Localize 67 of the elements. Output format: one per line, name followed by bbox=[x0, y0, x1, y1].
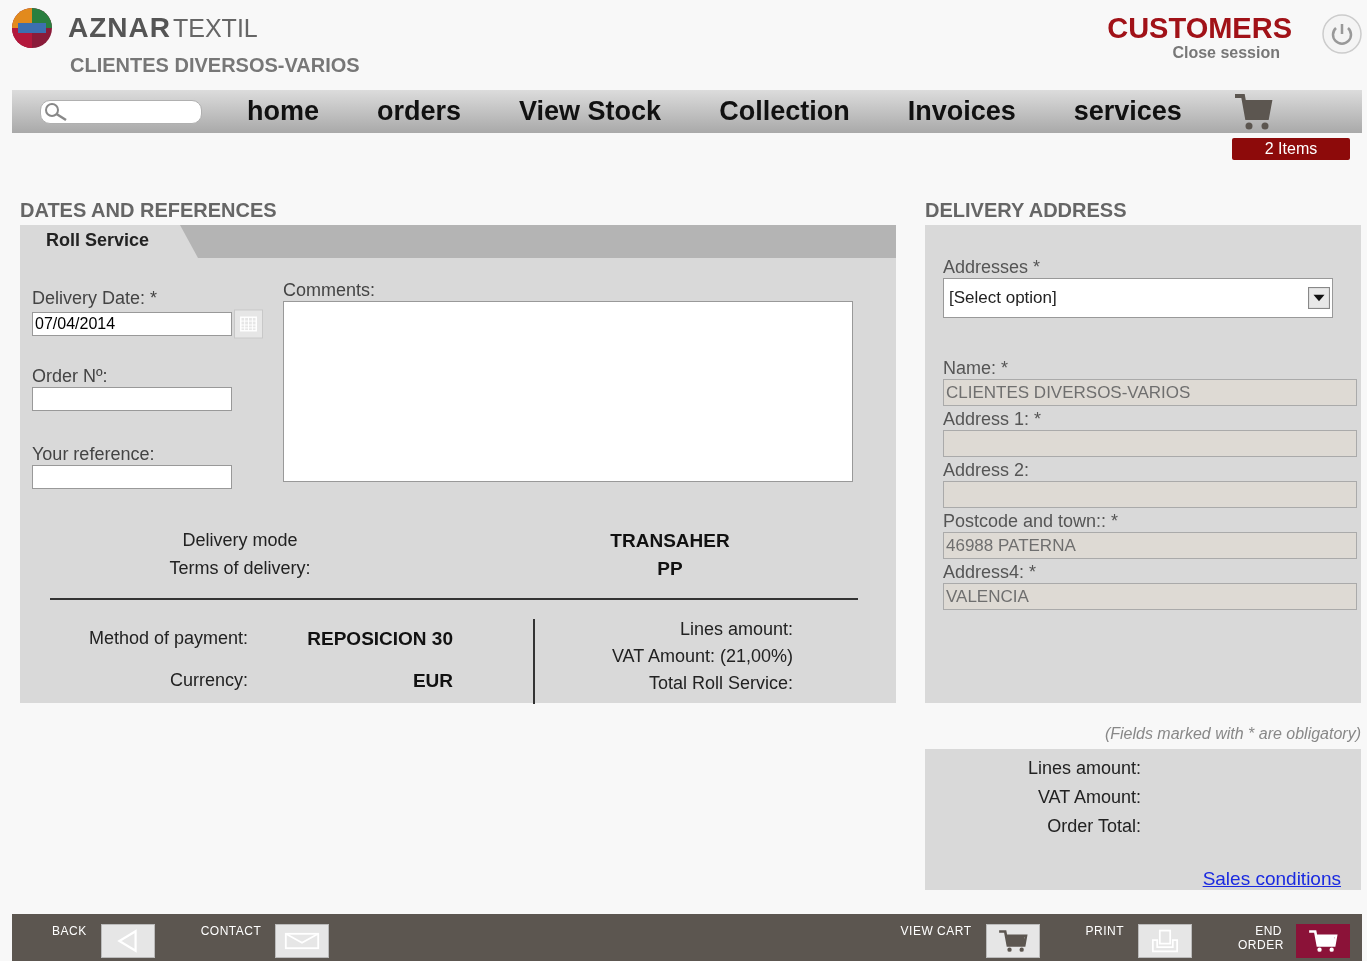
section-heading: DATES AND REFERENCES bbox=[20, 199, 278, 222]
calendar-icon[interactable] bbox=[234, 309, 263, 339]
customer-name: CLIENTES DIVERSOS-VARIOS bbox=[70, 54, 360, 77]
brand-suffix: TEXTIL bbox=[173, 13, 258, 43]
footer-label: CONTACT bbox=[200, 924, 262, 940]
power-icon[interactable] bbox=[1322, 14, 1362, 54]
footer-label: PRINT bbox=[1085, 924, 1124, 940]
footer-label: VIEW CART bbox=[900, 924, 972, 940]
field-label: Comments: bbox=[283, 280, 377, 301]
total-label: Lines amount: bbox=[679, 619, 793, 640]
caret-icon bbox=[1308, 287, 1330, 309]
text-field[interactable] bbox=[32, 387, 232, 411]
total-label: Order Total: bbox=[1046, 815, 1141, 838]
field-label: Postcode and town:: * bbox=[943, 511, 1120, 532]
close-session-link[interactable]: Close session bbox=[1172, 44, 1280, 62]
section-heading: DELIVERY ADDRESS bbox=[925, 199, 1128, 222]
sales-conditions-link[interactable]: Sales conditions bbox=[1202, 868, 1341, 890]
field-label: Order Nº: bbox=[32, 366, 109, 387]
comments-field[interactable] bbox=[283, 301, 853, 482]
nav-link[interactable]: Invoices bbox=[907, 96, 1016, 127]
field-label: Address4: * bbox=[943, 562, 1038, 583]
field-value: TRANSAHER bbox=[609, 530, 731, 552]
field-label: Your reference: bbox=[32, 444, 156, 465]
text-field[interactable] bbox=[32, 465, 232, 489]
text-field[interactable]: 07/04/2014 bbox=[32, 312, 232, 336]
print-button[interactable] bbox=[1138, 924, 1192, 958]
nav-link[interactable]: home bbox=[247, 96, 319, 127]
search-icon bbox=[43, 101, 69, 122]
nav-link[interactable]: orders bbox=[377, 96, 462, 127]
footer-label: BACK bbox=[52, 924, 87, 940]
text-field[interactable] bbox=[943, 430, 1357, 457]
section-title: CUSTOMERS bbox=[1107, 12, 1292, 44]
text-field[interactable]: CLIENTES DIVERSOS-VARIOS bbox=[943, 379, 1357, 406]
total-label: Total Roll Service: bbox=[648, 673, 793, 694]
back-button[interactable] bbox=[100, 924, 155, 958]
text-field[interactable]: VALENCIA bbox=[943, 583, 1357, 610]
cart-count-badge[interactable]: 2 Items bbox=[1232, 138, 1350, 160]
field-value: PP bbox=[656, 558, 684, 580]
logo-icon bbox=[12, 8, 52, 48]
text-field[interactable] bbox=[943, 481, 1357, 508]
roll-service-tab[interactable]: Roll Service bbox=[20, 225, 198, 258]
footer-label: END ORDER bbox=[1238, 924, 1282, 954]
field-label: Delivery mode bbox=[181, 530, 299, 552]
address-dropdown[interactable]: [Select option] bbox=[943, 278, 1333, 318]
contact-button[interactable] bbox=[275, 924, 330, 958]
field-value: REPOSICION 30 bbox=[306, 628, 453, 650]
end-order-button[interactable] bbox=[1296, 924, 1350, 958]
field-label: Terms of delivery: bbox=[168, 558, 312, 580]
total-label: Lines amount: bbox=[1026, 757, 1141, 780]
field-label: Method of payment: bbox=[87, 628, 248, 650]
field-label: Delivery Date: * bbox=[32, 288, 159, 309]
field-value: EUR bbox=[411, 670, 453, 692]
field-label: Name: * bbox=[943, 358, 1010, 379]
nav-link[interactable]: View Stock bbox=[519, 96, 662, 127]
text-field[interactable]: 46988 PATERNA bbox=[943, 532, 1357, 559]
total-label: VAT Amount: bbox=[1036, 786, 1141, 809]
field-label: Address 2: bbox=[943, 460, 1031, 481]
nav-link[interactable]: services bbox=[1073, 96, 1182, 127]
search-field[interactable] bbox=[40, 99, 202, 124]
field-label: Addresses * bbox=[943, 257, 1042, 278]
brand-name: AZNAR bbox=[68, 12, 171, 44]
view-cart-button[interactable] bbox=[985, 924, 1040, 958]
total-label: VAT Amount: (21,00%) bbox=[611, 646, 793, 667]
required-fields-note: (Fields marked with * are obligatory) bbox=[1103, 724, 1361, 744]
field-label: Address 1: * bbox=[943, 409, 1043, 430]
nav-link[interactable]: Collection bbox=[719, 96, 850, 127]
field-label: Currency: bbox=[168, 670, 248, 692]
